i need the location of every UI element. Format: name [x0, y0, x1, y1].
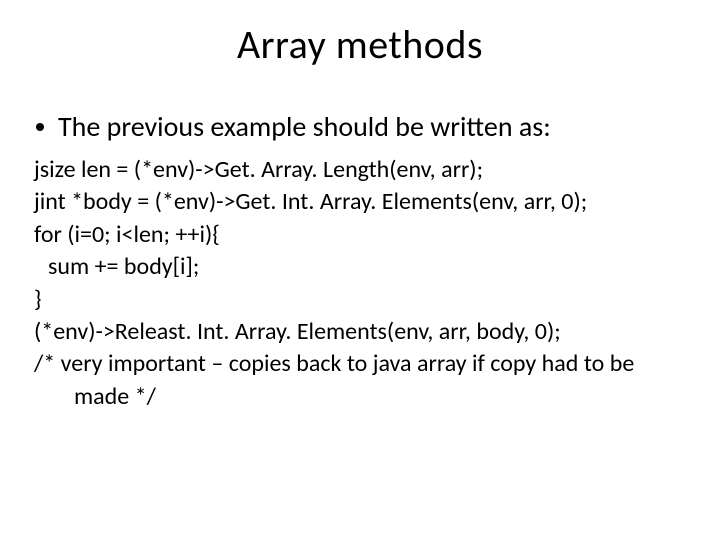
code-line: } — [34, 284, 690, 316]
code-line: jint *body = (*env)->Get. Int. Array. El… — [34, 186, 690, 218]
code-block: jsize len = (*env)->Get. Array. Length(e… — [30, 154, 690, 413]
slide-title: Array methods — [30, 20, 690, 69]
slide: Array methods The previous example shoul… — [0, 0, 720, 540]
code-line: /* very important – copies back to java … — [34, 348, 690, 413]
code-line: for (i=0; i<len; ++i){ — [34, 219, 690, 251]
bullet-item: The previous example should be written a… — [30, 109, 690, 144]
code-line: jsize len = (*env)->Get. Array. Length(e… — [34, 154, 690, 186]
code-line: (*env)->Releast. Int. Array. Elements(en… — [34, 316, 690, 348]
bullet-text: The previous example should be written a… — [58, 109, 551, 144]
bullet-dot-icon — [36, 123, 44, 131]
code-line: sum += body[i]; — [34, 251, 690, 283]
